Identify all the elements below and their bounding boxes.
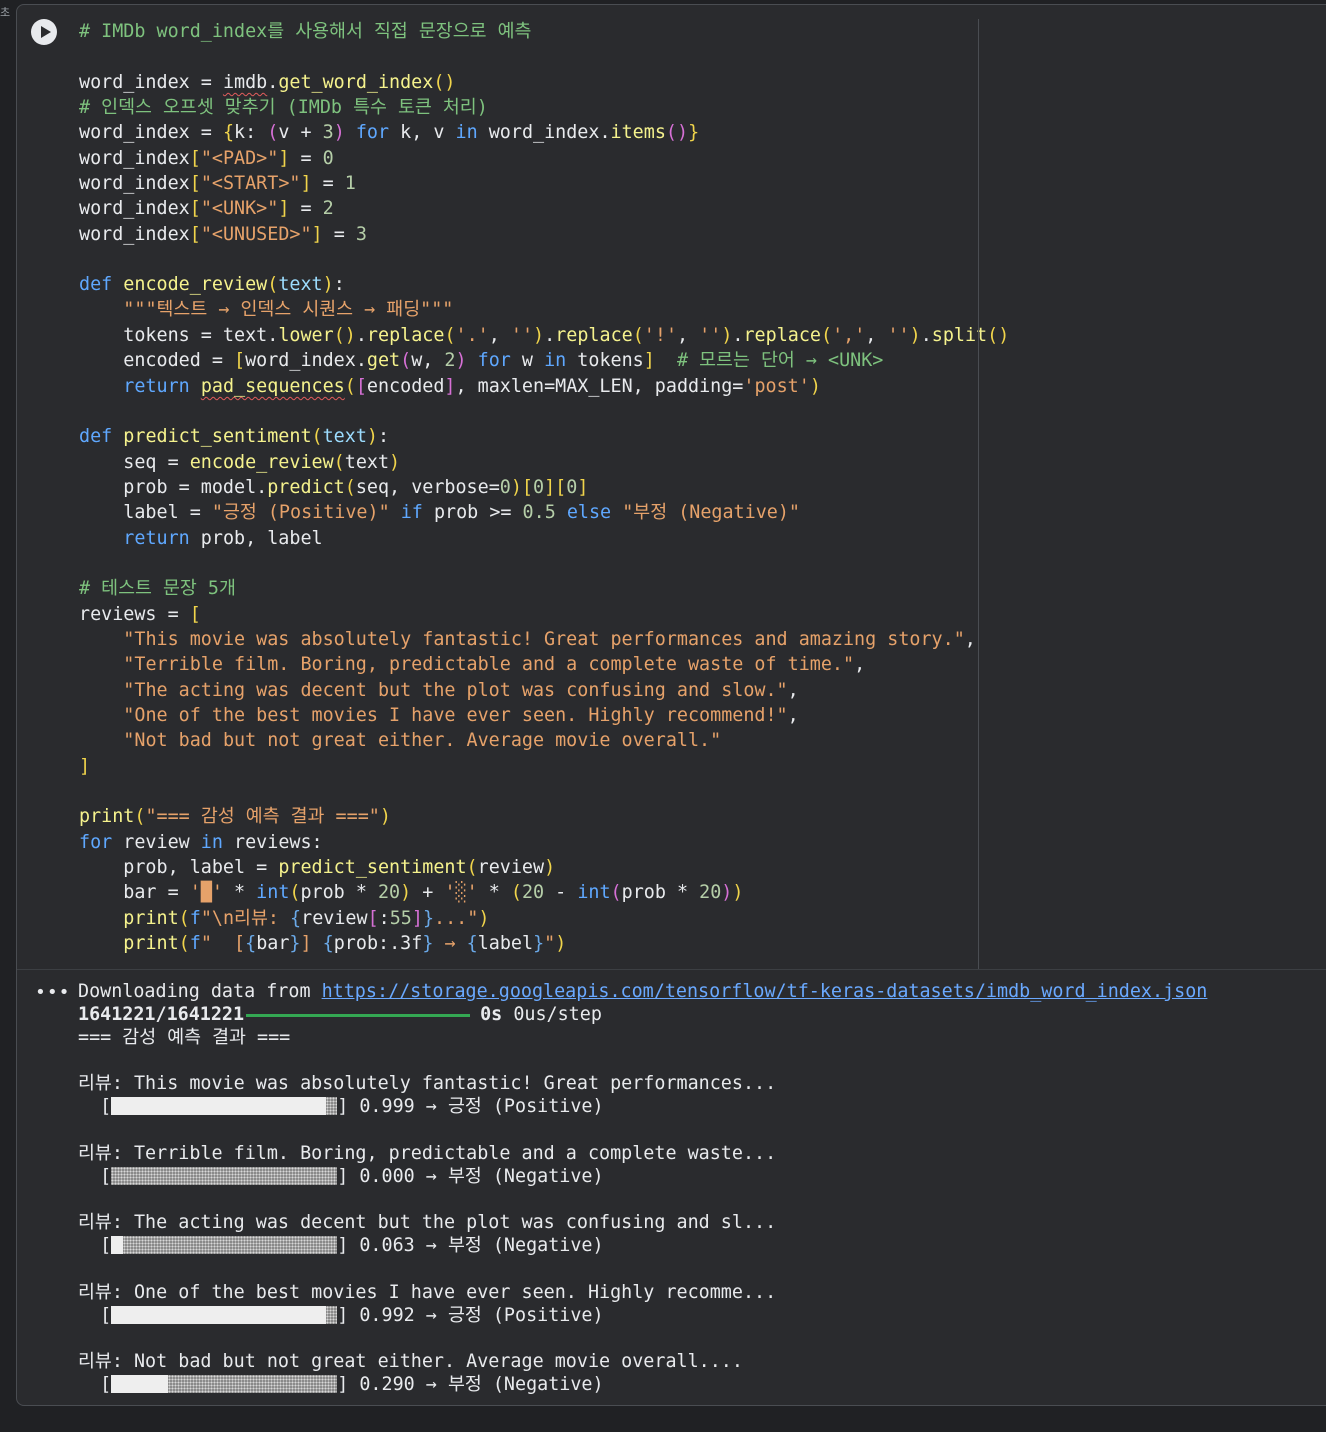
code-line: # 인덱스 오프셋 맞추기 (IMDb 특수 토큰 처리): [79, 97, 488, 118]
sentiment-bar-fill: [111, 1306, 326, 1324]
gutter-mark: 초: [0, 6, 11, 19]
result-prob-label: ] 0.063 → 부정 (Negative): [337, 1235, 604, 1256]
code-editor[interactable]: # IMDb word_index를 사용해서 직접 문장으로 예측 word_…: [17, 5, 1009, 969]
code-line: def encode_review(text):: [79, 274, 345, 295]
result-review: 리뷰: The acting was decent but the plot w…: [78, 1212, 777, 1233]
code-line: "One of the best movies I have ever seen…: [123, 705, 799, 726]
sentiment-bar-empty: [325, 1306, 338, 1324]
result-score: [] 0.992 → 긍정 (Positive): [78, 1305, 604, 1326]
editor-divider: [978, 19, 979, 969]
code-line: prob = model.predict(seq, verbose=0)[0][…: [79, 477, 589, 498]
result-score: [] 0.000 → 부정 (Negative): [78, 1166, 604, 1187]
result-review: 리뷰: Not bad but not great either. Averag…: [78, 1351, 743, 1372]
sentiment-bar: [111, 1097, 338, 1115]
sentiment-bar: [111, 1375, 338, 1393]
code-line: word_index["<UNUSED>"] = 3: [79, 224, 367, 245]
result-prob-label: ] 0.290 → 부정 (Negative): [337, 1374, 604, 1395]
code-line: word_index = {k: (v + 3) for k, v in wor…: [79, 122, 700, 143]
result-review: 리뷰: This movie was absolutely fantastic!…: [78, 1073, 777, 1094]
code-line: print(f" [{bar}] {prob:.3f} → {label}"): [123, 933, 567, 954]
result-prob-label: ] 0.999 → 긍정 (Positive): [337, 1096, 604, 1117]
sentiment-bar-empty: [122, 1236, 338, 1254]
code-line: return pad_sequences([encoded], maxlen=M…: [123, 376, 821, 397]
code-line: """텍스트 → 인덱스 시퀀스 → 패딩""": [123, 299, 454, 320]
result-score: [] 0.063 → 부정 (Negative): [78, 1235, 604, 1256]
code-line: word_index = imdb.get_word_index(): [79, 72, 456, 93]
sentiment-bar-fill: [111, 1097, 326, 1115]
code-line: prob, label = predict_sentiment(review): [79, 857, 556, 878]
code-line: word_index["<PAD>"] = 0: [79, 148, 334, 169]
sentiment-bar: [111, 1236, 338, 1254]
code-line: def predict_sentiment(text):: [79, 426, 390, 447]
code-line: # 테스트 문장 5개: [79, 578, 236, 599]
sentiment-bar-empty: [111, 1167, 338, 1185]
sentiment-bar: [111, 1167, 338, 1185]
sentiment-bar: [111, 1306, 338, 1324]
progress-line: 1641221/1641221 0s 0us/step: [78, 1004, 602, 1025]
code-line: "Not bad but not great either. Average m…: [123, 730, 722, 751]
sentiment-bar-empty: [325, 1097, 338, 1115]
result-header: === 감성 예측 결과 ===: [78, 1027, 291, 1048]
left-gutter: 초: [0, 0, 16, 1432]
code-line: # IMDb word_index를 사용해서 직접 문장으로 예측: [79, 21, 532, 42]
code-line: encoded = [word_index.get(w, 2) for w in…: [79, 350, 884, 371]
code-line: "Terrible film. Boring, predictable and …: [123, 654, 866, 675]
result-prob-label: ] 0.992 → 긍정 (Positive): [337, 1305, 604, 1326]
code-cell[interactable]: # IMDb word_index를 사용해서 직접 문장으로 예측 word_…: [16, 4, 1326, 1406]
code-line: print("=== 감성 예측 결과 ==="): [79, 806, 391, 827]
code-line: "This movie was absolutely fantastic! Gr…: [123, 629, 976, 650]
sentiment-bar-empty: [167, 1375, 338, 1393]
code-line: word_index["<START>"] = 1: [79, 173, 356, 194]
download-line: Downloading data from https://storage.go…: [78, 981, 1208, 1002]
result-score: [] 0.999 → 긍정 (Positive): [78, 1096, 604, 1117]
sentiment-bar-fill: [111, 1236, 123, 1254]
code-line: print(f"\n리뷰: {review[:55]}..."): [123, 908, 490, 929]
code-line: return prob, label: [123, 528, 323, 549]
result-review: 리뷰: Terrible film. Boring, predictable a…: [78, 1143, 777, 1164]
code-line: tokens = text.lower().replace('.', '').r…: [79, 325, 1010, 346]
result-score: [] 0.290 → 부정 (Negative): [78, 1374, 604, 1395]
download-link[interactable]: https://storage.googleapis.com/tensorflo…: [322, 981, 1208, 1002]
more-horizontal-icon[interactable]: •••: [35, 983, 71, 1003]
code-line: label = "긍정 (Positive)" if prob >= 0.5 e…: [79, 502, 800, 523]
code-line: word_index["<UNK>"] = 2: [79, 198, 334, 219]
result-review: 리뷰: One of the best movies I have ever s…: [78, 1282, 777, 1303]
code-line: for review in reviews:: [79, 832, 323, 853]
code-line: seq = encode_review(text): [79, 452, 401, 473]
code-line: "The acting was decent but the plot was …: [123, 680, 799, 701]
download-progress-bar: [246, 1013, 471, 1017]
output-divider: [17, 969, 1326, 970]
code-line: ]: [79, 756, 91, 777]
result-prob-label: ] 0.000 → 부정 (Negative): [337, 1166, 604, 1187]
code-line: reviews = [: [79, 604, 201, 625]
sentiment-bar-fill: [111, 1375, 168, 1393]
code-line: bar = '█' * int(prob * 20) + '░' * (20 -…: [79, 882, 744, 903]
